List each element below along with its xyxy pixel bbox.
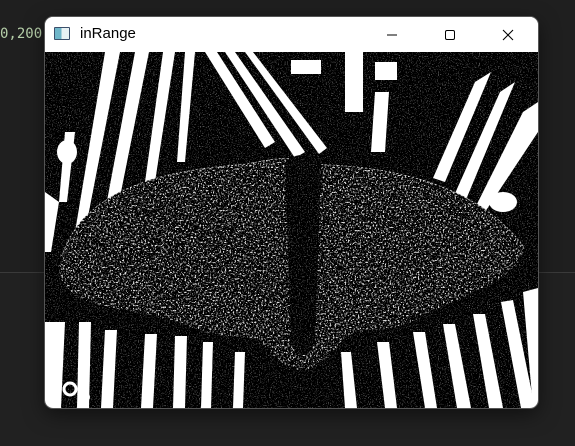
thresholded-butterfly-image	[45, 52, 538, 408]
window-titlebar[interactable]: inRange	[45, 17, 538, 52]
minimize-icon	[387, 34, 397, 35]
close-button[interactable]	[479, 17, 537, 52]
opencv-window-icon	[54, 27, 70, 40]
window-title: inRange	[80, 25, 136, 42]
minimize-button[interactable]	[363, 17, 421, 52]
inrange-window[interactable]: inRange	[45, 17, 538, 408]
code-text-fragment: 0,200	[0, 26, 43, 42]
close-icon	[502, 29, 514, 40]
maximize-button[interactable]	[421, 17, 479, 52]
maximize-icon	[445, 29, 455, 40]
inrange-result-image[interactable]	[45, 52, 538, 408]
